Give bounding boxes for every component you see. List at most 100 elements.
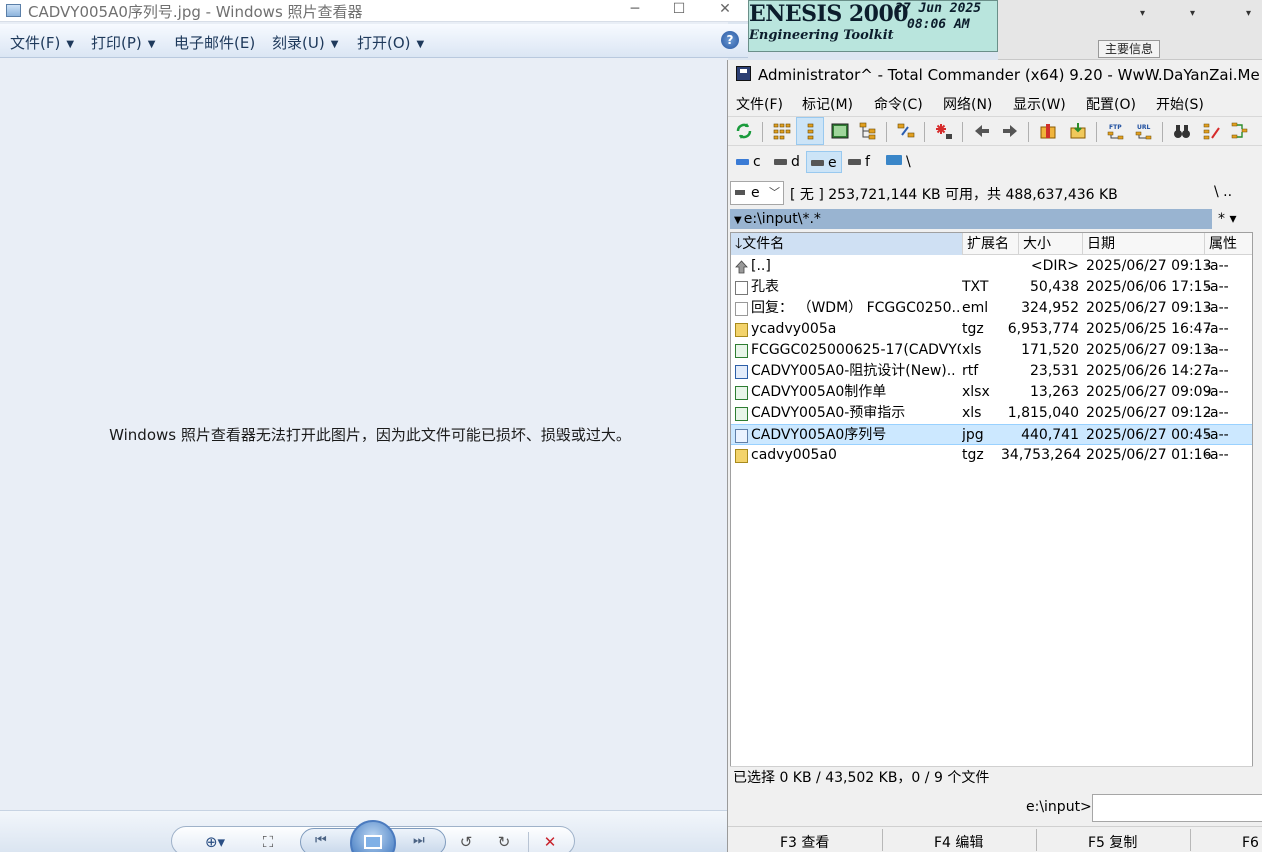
- filter-button[interactable]: * ▾: [1218, 211, 1236, 227]
- file-row[interactable]: cadvy005a0 tgz 34,753,264 2025/06/27 01:16-…: [731, 445, 1252, 466]
- fit-window-icon[interactable]: ⛶: [256, 832, 280, 852]
- file-size: 324,952: [1021, 300, 1079, 316]
- file-row[interactable]: CADVY005A0序列号 jpg 440,741 2025/06/27 00:45-…: [731, 424, 1252, 445]
- close-button[interactable]: ✕: [708, 0, 742, 20]
- back-arrow-icon[interactable]: [972, 121, 992, 141]
- hard-drive-icon: [811, 160, 824, 166]
- chevron-down-icon: ▼: [330, 39, 339, 50]
- previous-icon[interactable]: ⏮: [315, 833, 327, 848]
- search-binoculars-icon[interactable]: [1172, 121, 1192, 141]
- file-date: 2025/06/27 00:45: [1086, 427, 1212, 443]
- f4-edit-button[interactable]: F4 编辑: [934, 832, 983, 852]
- file-row[interactable]: CADVY005A0-阻抗设计(New).. rtf 23,531 2025/06/2…: [731, 361, 1252, 382]
- f6-move-button[interactable]: F6 移: [1242, 832, 1262, 852]
- compare-dirs-icon[interactable]: [896, 121, 916, 141]
- file-attr: -a--: [1205, 384, 1229, 400]
- column-header-ext[interactable]: 扩展名: [963, 233, 1019, 255]
- drive-e-button[interactable]: e: [806, 151, 842, 173]
- pack-icon[interactable]: [1038, 121, 1058, 141]
- tc-menu-config[interactable]: 配置(O): [1086, 94, 1136, 114]
- file-size: 1,815,040: [1007, 405, 1079, 421]
- file-row[interactable]: FCGGC025000625-17(CADVY0.. xls 171,520 2025…: [731, 340, 1252, 361]
- tc-titlebar: Administrator^ - Total Commander (x64) 9…: [728, 64, 1262, 86]
- parent-folder-icon: [735, 260, 748, 274]
- file-row[interactable]: 孔表 TXT 50,438 2025/06/06 17:15 -a--: [731, 277, 1252, 298]
- select-asterisk-icon[interactable]: [934, 121, 954, 141]
- minimize-button[interactable]: ─: [618, 0, 652, 20]
- chevron-down-icon[interactable]: ▾: [1246, 8, 1251, 19]
- tc-menu-file[interactable]: 文件(F): [736, 94, 783, 114]
- drive-select[interactable]: e ﹀: [730, 181, 784, 205]
- file-row[interactable]: CADVY005A0-预审指示 xls 1,815,040 2025/06/27 09…: [731, 403, 1252, 424]
- xls-file-icon: [735, 407, 748, 421]
- column-header-name[interactable]: 🡓文件名: [731, 233, 963, 255]
- file-name: 孔表: [751, 279, 779, 295]
- hard-drive-icon: [848, 159, 861, 165]
- column-header-size[interactable]: 大小: [1019, 233, 1083, 255]
- full-view-button[interactable]: [796, 117, 824, 145]
- background-window-strip: ▾ ▾ ▾ 主要信息: [998, 0, 1262, 60]
- chevron-down-icon[interactable]: ▾: [1140, 8, 1145, 19]
- chevron-down-icon[interactable]: ▾: [1190, 8, 1195, 19]
- tab-main-info[interactable]: 主要信息: [1098, 40, 1160, 58]
- rotate-cw-icon[interactable]: ↻: [492, 832, 516, 852]
- drive-c-button[interactable]: c: [732, 151, 765, 173]
- file-row[interactable]: [..] <DIR> 2025/06/27 09:13 -a--: [731, 256, 1252, 277]
- file-attr: -a--: [1205, 405, 1229, 421]
- f5-copy-button[interactable]: F5 复制: [1088, 832, 1137, 852]
- ftp-icon[interactable]: FTP: [1106, 121, 1126, 141]
- menu-burn[interactable]: 刻录(U) ▼: [272, 32, 338, 53]
- column-header-date[interactable]: 日期: [1083, 233, 1205, 255]
- brief-view-icon[interactable]: [772, 121, 792, 141]
- menu-email[interactable]: 电子邮件(E): [174, 32, 255, 53]
- toolbar-separator: [762, 122, 763, 142]
- multi-rename-icon[interactable]: [1202, 121, 1222, 141]
- forward-arrow-icon[interactable]: [1000, 121, 1020, 141]
- tc-menu-commands[interactable]: 命令(C): [874, 94, 923, 114]
- file-row[interactable]: ycadvy005a tgz 6,953,774 2025/06/25 16:47 -a…: [731, 319, 1252, 340]
- url-icon[interactable]: URL: [1134, 121, 1154, 141]
- current-path-bar[interactable]: ▼ e:\input\*.*: [730, 209, 1212, 229]
- file-date: 2025/06/27 09:13: [1086, 300, 1212, 316]
- thumbnail-view-icon[interactable]: [830, 121, 850, 141]
- delete-icon[interactable]: ✕: [538, 832, 562, 852]
- next-icon[interactable]: ⏭: [413, 833, 425, 848]
- tc-menu-show[interactable]: 显示(W): [1013, 94, 1066, 114]
- photo-viewer-app-icon: [6, 4, 21, 17]
- f3-view-button[interactable]: F3 查看: [780, 832, 829, 852]
- tc-menu-start[interactable]: 开始(S): [1156, 94, 1204, 114]
- drive-f-button[interactable]: f: [844, 151, 874, 173]
- file-attr: -a--: [1205, 342, 1229, 358]
- unpack-icon[interactable]: [1068, 121, 1088, 141]
- menu-file[interactable]: 文件(F) ▼: [10, 32, 74, 53]
- zoom-icon[interactable]: ⊕▾: [200, 832, 230, 852]
- file-date: 2025/06/27 01:16: [1086, 447, 1212, 463]
- menu-print[interactable]: 打印(P) ▼: [91, 32, 155, 53]
- tc-drive-info-bar: e ﹀ [ 无 ] 253,721,144 KB 可用，共 488,637,436…: [728, 180, 1262, 206]
- system-drive-icon: [736, 159, 749, 165]
- file-name: CADVY005A0-阻抗设计(New)..: [751, 363, 956, 379]
- file-attr: -a--: [1205, 321, 1229, 337]
- drive-d-button[interactable]: d: [770, 151, 804, 173]
- tc-menu-mark[interactable]: 标记(M): [802, 94, 853, 114]
- fkey-separator: [882, 829, 883, 851]
- menu-open[interactable]: 打开(O) ▼: [357, 32, 424, 53]
- help-icon[interactable]: ?: [721, 31, 739, 49]
- column-header-attr[interactable]: 属性: [1205, 233, 1252, 255]
- txt-file-icon: [735, 281, 748, 295]
- sync-dirs-icon[interactable]: [1230, 121, 1250, 141]
- tree-view-icon[interactable]: [858, 121, 878, 141]
- tc-menu-net[interactable]: 网络(N): [943, 94, 992, 114]
- file-date: 2025/06/27 09:12: [1086, 405, 1212, 421]
- refresh-icon[interactable]: [734, 121, 754, 141]
- file-row[interactable]: CADVY005A0制作单 xlsx 13,263 2025/06/27 09:09-…: [731, 382, 1252, 403]
- eml-file-icon: [735, 302, 748, 316]
- network-root-button[interactable]: \: [882, 151, 915, 173]
- maximize-button[interactable]: ☐: [662, 0, 696, 20]
- rotate-ccw-icon[interactable]: ↺: [454, 832, 478, 852]
- root-parent-buttons[interactable]: \ ..: [1214, 184, 1232, 200]
- file-row[interactable]: 回复： （WDM） FCGGC0250.. eml 324,952 2025/06/2…: [731, 298, 1252, 319]
- file-name: ycadvy005a: [751, 321, 837, 337]
- fkey-separator: [1190, 829, 1191, 851]
- command-line-input[interactable]: [1092, 794, 1262, 822]
